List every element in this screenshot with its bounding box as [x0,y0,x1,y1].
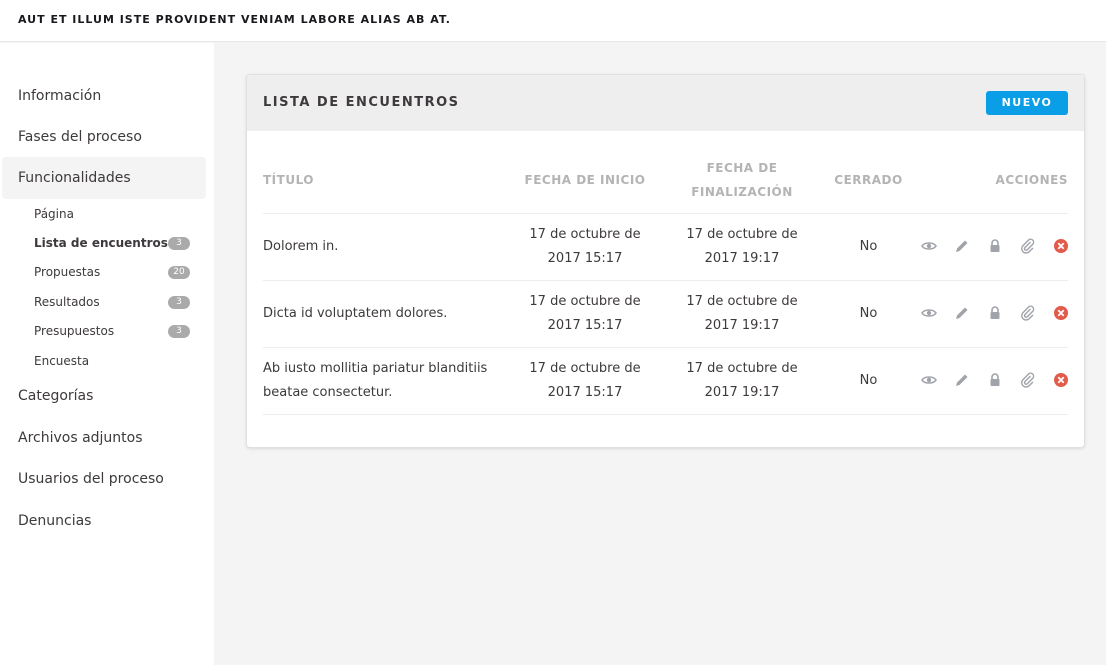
lock-icon[interactable] [987,305,1003,321]
sidebar-item-informacion[interactable]: Información [2,75,206,117]
sidebar-item-funcionalidades[interactable]: Funcionalidades [2,157,206,199]
row-closed: No [859,239,878,254]
sidebar-subitem-resultados[interactable]: Resultados 3 [34,291,190,313]
sidebar-subitem-label: Encuesta [34,354,90,368]
count-badge: 3 [168,237,190,250]
row-title: Ab iusto mollitia pariatur blanditiis be… [263,357,513,405]
row-end-date-line: 17 de octubre de [686,361,798,376]
column-header-start[interactable]: FECHA DE INICIO [515,168,655,192]
row-start-date-line: 17 de octubre de [529,361,641,376]
row-end-date: 17 de octubre de 2017 19:17 [672,357,812,405]
row-title-line: beatae consectetur. [263,385,393,400]
top-bar: AUT ET ILLUM ISTE PROVIDENT VENIAM LABOR… [0,0,1106,42]
row-start-date: 17 de octubre de 2017 15:17 [515,357,655,405]
pencil-icon[interactable] [954,238,970,254]
row-start-date: 17 de octubre de 2017 15:17 [515,223,655,271]
row-end-time-line: 2017 19:17 [704,385,780,400]
sidebar: Información Fases del proceso Funcionali… [0,43,214,665]
pencil-icon[interactable] [954,305,970,321]
row-closed: No [859,306,878,321]
pencil-icon[interactable] [954,372,970,388]
new-meeting-button[interactable]: NUEVO [986,91,1068,115]
close-circle-icon[interactable] [1053,372,1069,388]
sidebar-item-archivos[interactable]: Archivos adjuntos [2,417,206,459]
card-header: LISTA DE ENCUENTROS NUEVO [247,75,1084,131]
eye-icon[interactable] [921,372,937,388]
row-end-date: 17 de octubre de 2017 19:17 [672,223,812,271]
sidebar-subitem-label: Presupuestos [34,324,115,338]
row-title-line: Ab iusto mollitia pariatur blanditiis [263,361,488,376]
column-header-title[interactable]: TÍTULO [263,168,314,192]
row-start-time-line: 2017 15:17 [547,318,623,333]
row-title: Dicta id voluptatem dolores. [263,306,448,321]
row-start-time-line: 2017 15:17 [547,385,623,400]
row-divider [263,414,1068,415]
sidebar-item-denuncias[interactable]: Denuncias [2,500,206,542]
sidebar-subitem-presupuestos[interactable]: Presupuestos 3 [34,320,190,342]
count-badge: 3 [168,325,190,338]
count-badge: 3 [168,296,190,309]
eye-icon[interactable] [921,238,937,254]
row-end-time-line: 2017 19:17 [704,318,780,333]
row-divider [263,213,1068,214]
sidebar-subitem-lista-encuentros[interactable]: Lista de encuentros 3 [34,232,190,254]
lock-icon[interactable] [987,372,1003,388]
sidebar-subitem-encuesta[interactable]: Encuesta [34,350,190,372]
sidebar-subitem-label: Lista de encuentros [34,236,168,250]
row-end-date: 17 de octubre de 2017 19:17 [672,290,812,338]
row-title: Dolorem in. [263,239,339,254]
process-title: AUT ET ILLUM ISTE PROVIDENT VENIAM LABOR… [18,13,451,26]
card-title: LISTA DE ENCUENTROS [263,95,460,110]
sidebar-item-usuarios[interactable]: Usuarios del proceso [2,458,206,500]
row-start-date-line: 17 de octubre de [529,294,641,309]
paperclip-icon[interactable] [1020,305,1036,321]
close-circle-icon[interactable] [1053,305,1069,321]
sidebar-subitem-label: Propuestas [34,265,101,279]
paperclip-icon[interactable] [1020,238,1036,254]
column-header-end-line1: FECHA DE [706,161,778,175]
close-circle-icon[interactable] [1053,238,1069,254]
sidebar-subitem-label: Página [34,207,74,221]
row-end-date-line: 17 de octubre de [686,227,798,242]
row-end-time-line: 2017 19:17 [704,251,780,266]
row-divider [263,280,1068,281]
sidebar-subitem-propuestas[interactable]: Propuestas 20 [34,261,190,283]
row-end-date-line: 17 de octubre de [686,294,798,309]
row-start-date-line: 17 de octubre de [529,227,641,242]
sidebar-item-categorias[interactable]: Categorías [2,375,206,417]
column-header-end-line2: FINALIZACIÓN [691,185,793,199]
column-header-actions: ACCIONES [995,173,1068,187]
row-start-time-line: 2017 15:17 [547,251,623,266]
row-start-date: 17 de octubre de 2017 15:17 [515,290,655,338]
sidebar-item-fases[interactable]: Fases del proceso [2,116,206,158]
meetings-card: LISTA DE ENCUENTROS NUEVO TÍTULO FECHA D… [246,74,1085,448]
paperclip-icon[interactable] [1020,372,1036,388]
lock-icon[interactable] [987,238,1003,254]
row-divider [263,347,1068,348]
sidebar-subitem-label: Resultados [34,295,100,309]
column-header-closed[interactable]: CERRADO [827,168,910,192]
sidebar-subitem-pagina[interactable]: Página [34,203,190,225]
count-badge: 20 [168,266,190,279]
column-header-end[interactable]: FECHA DE FINALIZACIÓN [672,156,812,204]
row-closed: No [859,373,878,388]
eye-icon[interactable] [921,305,937,321]
